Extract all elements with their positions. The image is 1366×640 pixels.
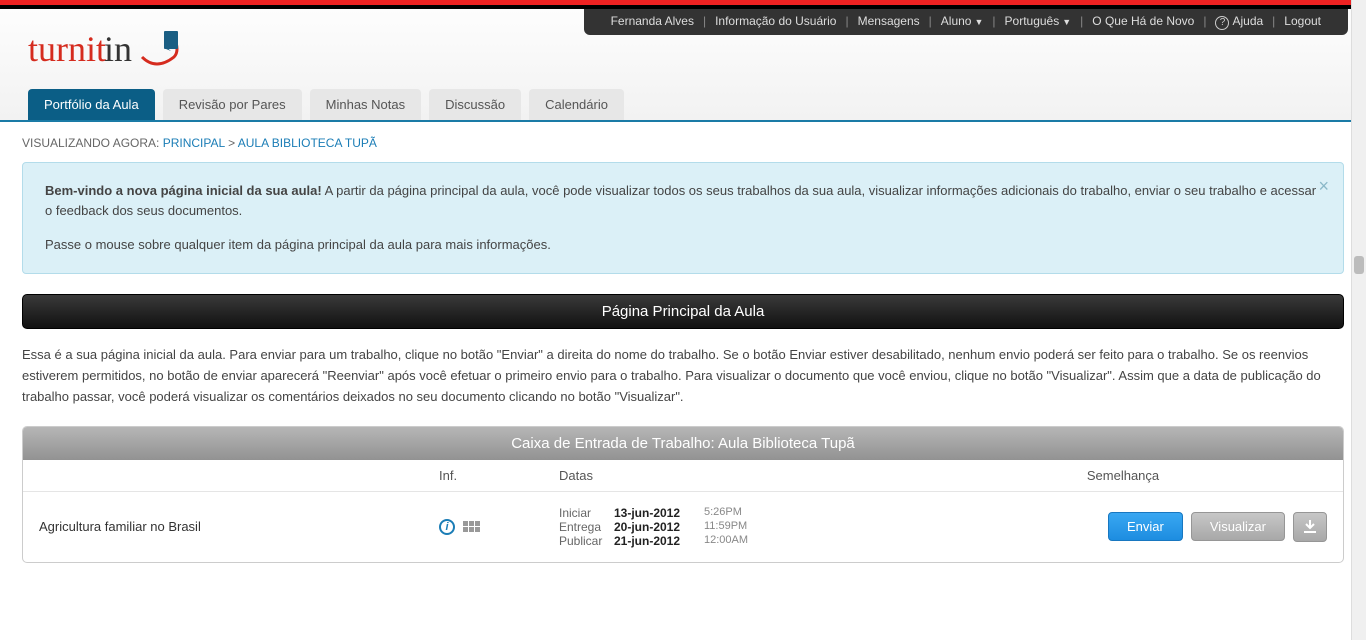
nav-whats-new[interactable]: O Que Há de Novo [1083,14,1203,30]
welcome-paragraph-1: Bem-vindo a nova página inicial da sua a… [45,181,1321,221]
logo-swish-icon [136,27,184,71]
breadcrumb-separator: > [228,136,235,150]
content-area: VISUALIZANDO AGORA: PRINCIPAL > AULA BIB… [0,122,1366,577]
date-start-label: Iniciar [559,506,614,520]
assignment-actions: Enviar Visualizar [919,512,1327,542]
inbox-column-headers: Inf. Datas Semelhança [23,460,1343,492]
logo-text-dark: in [104,28,132,70]
col-info: Inf. [439,468,559,483]
tab-discussion[interactable]: Discussão [429,89,521,120]
date-due-label: Entrega [559,520,614,534]
page-title: Página Principal da Aula [22,294,1344,329]
date-post-label: Publicar [559,534,614,548]
chevron-down-icon: ▼ [974,17,983,27]
nav-username[interactable]: Fernanda Alves [602,14,703,30]
breadcrumb: VISUALIZANDO AGORA: PRINCIPAL > AULA BIB… [22,136,1344,150]
welcome-paragraph-2: Passe o mouse sobre qualquer item da pág… [45,235,1321,255]
assignment-dates: Iniciar 13-jun-2012 5:26PM Entrega 20-ju… [559,506,919,548]
tab-peer-review[interactable]: Revisão por Pares [163,89,302,120]
assignment-inbox: Caixa de Entrada de Trabalho: Aula Bibli… [22,426,1344,563]
tab-calendar[interactable]: Calendário [529,89,624,120]
main-tabs: Portfólio da Aula Revisão por Pares Minh… [28,89,1344,120]
assignment-name: Agricultura familiar no Brasil [39,519,439,534]
date-due-value: 20-jun-2012 [614,520,704,534]
page-description: Essa é a sua página inicial da aula. Par… [22,345,1344,407]
chevron-down-icon: ▼ [1062,17,1071,27]
rubric-icon[interactable] [463,521,480,532]
tab-my-grades[interactable]: Minhas Notas [310,89,421,120]
assignment-info-icons: i [439,519,559,535]
tab-portfolio[interactable]: Portfólio da Aula [28,89,155,120]
date-start-value: 13-jun-2012 [614,506,704,520]
user-nav-bar: Fernanda Alves| Informação do Usuário| M… [584,9,1348,35]
nav-role-dropdown[interactable]: Aluno▼ [932,14,993,30]
view-button[interactable]: Visualizar [1191,512,1285,541]
download-icon [1303,520,1317,534]
info-icon[interactable]: i [439,519,455,535]
download-button[interactable] [1293,512,1327,542]
logo-text-red: turnit [28,28,106,70]
breadcrumb-label: VISUALIZANDO AGORA: [22,136,159,150]
date-start-time: 5:26PM [704,506,764,520]
welcome-strong: Bem-vindo a nova página inicial da sua a… [45,183,322,198]
submit-button[interactable]: Enviar [1108,512,1183,541]
date-post-time: 12:00AM [704,534,764,548]
col-similarity: Semelhança [919,468,1327,483]
nav-user-info[interactable]: Informação do Usuário [706,14,845,30]
welcome-banner: × Bem-vindo a nova página inicial da sua… [22,162,1344,274]
nav-messages[interactable]: Mensagens [849,14,929,30]
close-icon[interactable]: × [1318,173,1329,201]
inbox-title: Caixa de Entrada de Trabalho: Aula Bibli… [23,427,1343,460]
scrollbar-thumb[interactable] [1354,256,1364,274]
date-due-time: 11:59PM [704,520,764,534]
col-dates: Datas [559,468,919,483]
nav-language-dropdown[interactable]: Português▼ [996,14,1081,30]
date-post-value: 21-jun-2012 [614,534,704,548]
help-icon: ? [1215,16,1229,30]
assignment-row: Agricultura familiar no Brasil i Iniciar… [23,492,1343,562]
scrollbar-track[interactable] [1351,0,1366,640]
breadcrumb-home[interactable]: PRINCIPAL [163,136,225,150]
nav-logout[interactable]: Logout [1275,14,1330,30]
breadcrumb-current[interactable]: AULA BIBLIOTECA TUPÃ [238,136,377,150]
nav-help[interactable]: ?Ajuda [1206,14,1272,30]
